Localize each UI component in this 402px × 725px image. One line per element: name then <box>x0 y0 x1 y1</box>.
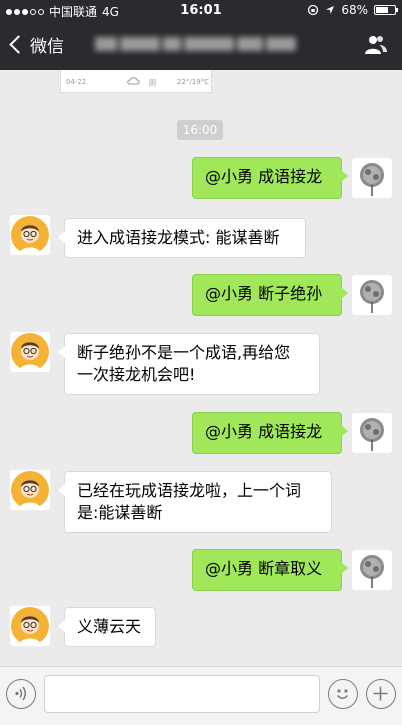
bot-avatar[interactable] <box>10 332 50 372</box>
message-input[interactable] <box>44 675 320 713</box>
card-temp: 22°/19°C <box>177 78 210 86</box>
nav-bar: 微信 <box>0 22 402 70</box>
my-message-bubble[interactable]: @小勇 成语接龙 <box>192 157 348 199</box>
dandelion-avatar-icon <box>360 280 384 313</box>
card-date: 04-22 <box>66 78 87 86</box>
message-timestamp: 16:00 <box>177 120 223 140</box>
emoji-button[interactable] <box>328 679 358 709</box>
emoji-icon <box>336 689 349 699</box>
my-avatar[interactable] <box>352 275 392 315</box>
my-message-bubble[interactable]: @小勇 断子绝孙 <box>192 274 348 316</box>
my-message-bubble[interactable]: @小勇 断章取义 <box>192 549 348 591</box>
people-icon[interactable] <box>364 34 388 56</box>
cartoon-boy-avatar-icon <box>11 607 49 646</box>
voice-icon <box>15 686 26 701</box>
bot-message-bubble[interactable]: 断子绝孙不是一个成语,再给您 一次接龙机会吧! <box>58 333 320 395</box>
battery-icon <box>374 5 398 15</box>
location-icon <box>326 6 335 14</box>
cloud-icon <box>127 77 140 85</box>
cartoon-boy-avatar-icon <box>11 333 49 372</box>
bot-avatar[interactable] <box>10 606 50 646</box>
dandelion-avatar-icon <box>360 418 384 451</box>
status-right: 68% <box>307 3 398 17</box>
bot-avatar[interactable] <box>10 470 50 510</box>
voice-button[interactable] <box>6 679 36 709</box>
back-label: 微信 <box>30 37 64 57</box>
chevron-left-icon <box>9 35 28 54</box>
dandelion-avatar-icon <box>360 555 384 588</box>
bot-message-bubble[interactable]: 进入成语接龙模式: 能谋善断 <box>58 218 306 258</box>
cartoon-boy-avatar-icon <box>11 216 49 255</box>
input-bar <box>0 666 402 725</box>
bot-avatar[interactable] <box>10 215 50 255</box>
dandelion-avatar-icon <box>360 163 384 196</box>
cartoon-boy-avatar-icon <box>11 471 49 510</box>
card-weather: 阴 <box>149 79 156 87</box>
more-button[interactable] <box>366 679 396 709</box>
my-avatar[interactable] <box>352 550 392 590</box>
rotation-lock-icon <box>308 4 319 16</box>
bot-message-bubble[interactable]: 义薄云天 <box>58 607 156 647</box>
my-avatar[interactable] <box>352 158 392 198</box>
chat-title-redacted <box>95 34 310 54</box>
battery-percent: 68% <box>341 3 368 17</box>
status-bar: 中国联通 4G 16:01 68% <box>0 0 402 22</box>
my-message-bubble[interactable]: @小勇 成语接龙 <box>192 412 348 454</box>
top-bar: 中国联通 4G 16:01 68% 微信 <box>0 0 402 70</box>
back-button[interactable]: 微信 <box>8 32 64 57</box>
my-avatar[interactable] <box>352 413 392 453</box>
bot-message-bubble[interactable]: 已经在玩成语接龙啦，上一个词 是:能谋善断 <box>58 471 332 533</box>
previous-message-card[interactable]: 04-22 阴 22°/19°C <box>60 70 212 93</box>
plus-icon <box>373 686 388 701</box>
